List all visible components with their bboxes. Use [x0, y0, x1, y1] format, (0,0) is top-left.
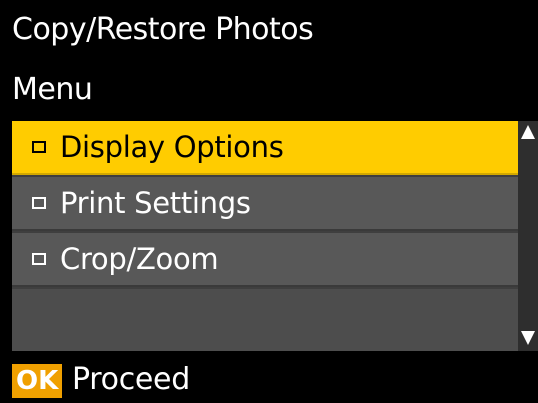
footer-bar: OK Proceed — [0, 358, 538, 403]
screen-title: Copy/Restore Photos — [12, 12, 314, 47]
square-bullet-icon — [32, 141, 46, 153]
triangle-up-icon[interactable] — [521, 125, 535, 139]
menu-scrollbar[interactable] — [518, 121, 538, 351]
menu-list: Display Options Print Settings Crop/Zoom — [12, 121, 518, 351]
menu-item-print-settings[interactable]: Print Settings — [12, 177, 518, 231]
menu-item-label: Print Settings — [60, 186, 251, 220]
menu-item-display-options[interactable]: Display Options — [12, 121, 518, 175]
ok-button-badge[interactable]: OK — [12, 364, 63, 398]
screen-subtitle: Menu — [12, 72, 93, 107]
square-bullet-icon — [32, 253, 46, 265]
menu-item-label: Display Options — [60, 130, 284, 164]
proceed-label: Proceed — [72, 362, 190, 397]
menu-empty-row — [12, 289, 518, 351]
menu-item-crop-zoom[interactable]: Crop/Zoom — [12, 233, 518, 287]
triangle-down-icon[interactable] — [521, 331, 535, 345]
printer-lcd-screen: Copy/Restore Photos Menu Display Options… — [0, 0, 538, 403]
square-bullet-icon — [32, 197, 46, 209]
menu-item-label: Crop/Zoom — [60, 242, 219, 276]
